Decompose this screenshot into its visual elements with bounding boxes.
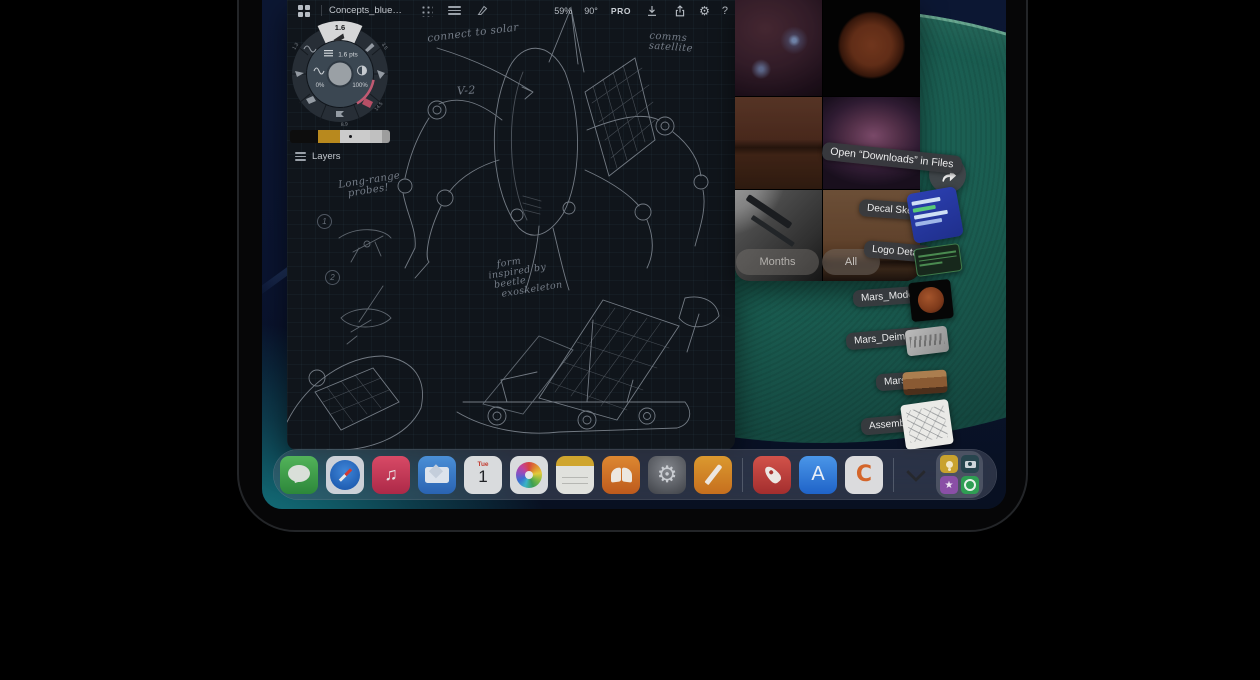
color-swatch-bar[interactable] [290,130,390,143]
gear-icon: ⚙ [657,461,678,488]
annotation-marker-1: 1 [317,214,332,229]
svg-text:1.6 pts: 1.6 pts [338,52,358,59]
svg-text:1.6: 1.6 [335,23,345,32]
dock-app-concepts[interactable]: C [845,456,883,494]
drag-thumb-assembly[interactable] [900,399,954,450]
dock-app-sketch[interactable] [694,456,732,494]
concepts-app-window: connect to solar comms satellite V-2 Lon… [287,0,735,450]
calendar-day: 1 [464,468,502,485]
export-share-icon[interactable] [671,3,689,19]
brush-tool-wheel[interactable]: 1.6 1.3 3.5 14.5 8.9 1.6 pts [287,14,400,134]
annotation-version: V-2 [457,85,477,96]
dock-app-books[interactable] [602,456,640,494]
layers-label: Layers [312,151,341,162]
dock-app-mail[interactable] [418,456,456,494]
stroke-menu-icon[interactable] [446,3,464,19]
drag-thumb-mars-model[interactable] [908,279,954,322]
photos-flower-icon [516,462,542,488]
layers-icon [295,150,306,163]
dock-divider [742,458,743,492]
dock-app-appstore[interactable]: A [799,456,837,494]
help-icon[interactable]: ? [722,5,728,17]
envelope-icon [425,467,449,483]
drag-thumb-mars[interactable] [902,369,947,395]
dock-app-safari[interactable] [326,456,364,494]
canvas-grid-icon[interactable] [418,3,436,19]
mini-app-clock [961,476,979,494]
appstore-a-icon: A [811,463,824,486]
music-note-icon: ♫ [384,464,398,485]
swatch-black[interactable] [290,130,318,143]
drag-thumb-mars-deimos[interactable] [905,326,950,357]
rocket-icon [762,464,783,485]
swatch-gold[interactable] [318,130,340,143]
swatch-gray[interactable] [370,130,382,143]
drag-thumb-decal-sketches[interactable] [906,186,964,244]
dock-app-messages[interactable] [280,456,318,494]
swatch-light-gray[interactable] [340,130,370,143]
photos-dim-overlay [735,0,920,281]
mini-app-favorites: ★ [940,476,958,494]
svg-text:0%: 0% [316,83,325,89]
mini-app-camera [961,455,979,473]
open-book-icon [610,468,632,482]
swatch-selected-dot [349,135,352,138]
dock-app-notes[interactable] [556,456,594,494]
dock-app-photos[interactable] [510,456,548,494]
svg-text:100%: 100% [352,83,368,89]
dock-app-rocket[interactable] [753,456,791,494]
pro-badge[interactable]: PRO [611,6,631,16]
pen-tools-icon[interactable] [474,3,492,19]
dock: ♫ Tue 1 ⚙ A C ★ [273,449,997,500]
dock-divider [893,458,894,492]
settings-gear-icon[interactable]: ⚙ [699,5,710,17]
swatch-dark-gray[interactable] [382,130,390,143]
annotation-marker-2: 2 [325,270,340,285]
mini-app-tips [940,455,958,473]
dock-app-settings[interactable]: ⚙ [648,456,686,494]
segment-months[interactable]: Months [736,249,819,275]
chevron-down-icon [906,462,926,482]
dock-app-music[interactable]: ♫ [372,456,410,494]
svg-text:8.9: 8.9 [341,121,349,128]
photos-app-window: Months All [735,0,920,281]
dock-collapse-button[interactable] [904,456,928,494]
rotation-value[interactable]: 90° [584,6,598,16]
dock-app-calendar[interactable]: Tue 1 [464,456,502,494]
zoom-level[interactable]: 59% [554,6,572,16]
concepts-c-icon: C [856,462,872,487]
import-icon[interactable] [643,3,661,19]
annotation-comms-satellite: comms satellite [648,31,693,54]
pen-icon [704,463,722,484]
ipad-screen: connect to solar comms satellite V-2 Lon… [262,0,1006,509]
wheel-center-knob[interactable] [328,62,353,87]
layers-button[interactable]: Layers [295,150,341,163]
dock-app-library[interactable]: ★ [936,451,983,498]
